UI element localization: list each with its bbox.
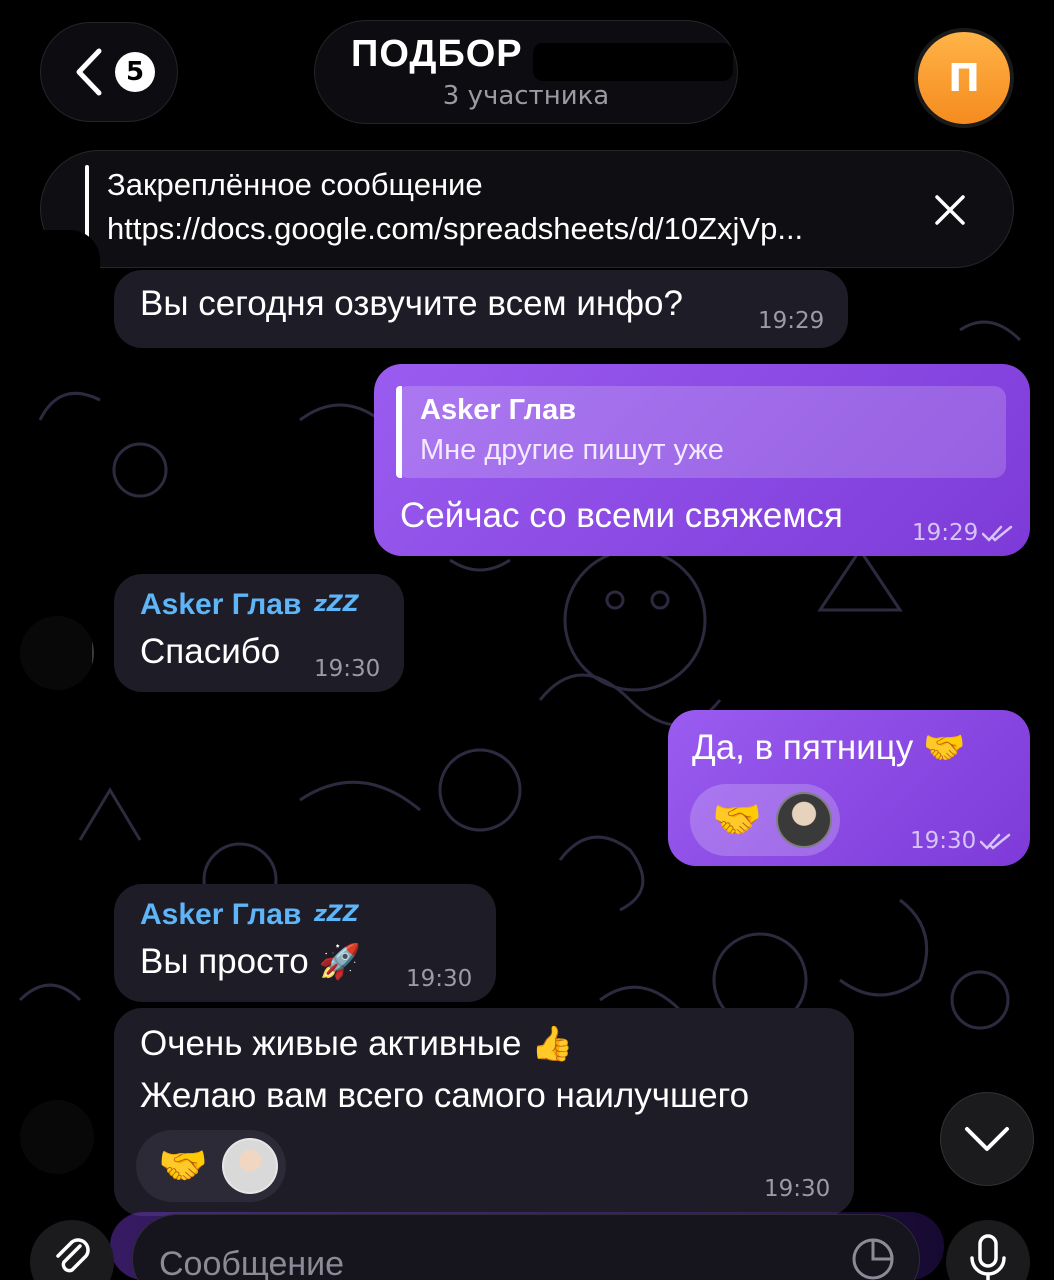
handshake-reaction-icon: 🤝 (158, 1143, 208, 1189)
double-check-icon (982, 525, 1013, 542)
reply-text: Мне другие пишут уже (420, 434, 724, 466)
redacted-title-part (533, 43, 733, 81)
chevron-down-icon (965, 1127, 1009, 1151)
message-text: Да, в пятницу 🤝 (692, 728, 965, 768)
chat-header[interactable]: ПОДБОР 3 участника (314, 20, 738, 124)
message-text: Сейчас со всеми свяжемся (400, 496, 843, 535)
group-avatar[interactable]: П (914, 28, 1014, 128)
member-count: 3 участника (442, 81, 610, 111)
reply-indicator (396, 386, 402, 478)
handshake-emoji: 🤝 (923, 729, 966, 767)
unread-count-badge: 5 (115, 52, 155, 92)
microphone-icon (970, 1234, 1006, 1280)
message-text: Вы просто 🚀 (140, 942, 361, 982)
redaction-scribble (0, 1080, 100, 1200)
message-bubble-incoming[interactable]: Очень живые активные 👍 Желаю вам всего с… (114, 1008, 854, 1216)
message-time: 19:30 (406, 966, 473, 992)
sleep-zzz-icon: zZZ (314, 592, 359, 617)
reactor-avatar (221, 1138, 278, 1194)
message-text: Вы сегодня озвучите всем инфо? (140, 284, 683, 323)
close-icon[interactable] (933, 193, 967, 227)
message-time: 19:29 (912, 520, 979, 546)
message-bubble-outgoing[interactable]: Да, в пятницу 🤝 🤝 19:30 (668, 710, 1030, 866)
paperclip-icon (56, 1238, 90, 1273)
double-check-icon (980, 833, 1011, 850)
redaction-scribble (0, 230, 100, 350)
voice-record-button[interactable] (946, 1220, 1030, 1280)
message-bubble-incoming[interactable]: Asker Глав zZZ Вы просто 🚀 19:30 (114, 884, 496, 1002)
pinned-link-text: https://docs.google.com/spreadsheets/d/1… (107, 211, 804, 246)
rocket-emoji: 🚀 (318, 943, 361, 981)
sleep-zzz-icon: zZZ (314, 902, 359, 927)
reply-sender: Asker Глав (420, 394, 577, 426)
sender-name[interactable]: Asker Глав (140, 898, 301, 932)
message-line-1: Очень живые активные (140, 1024, 522, 1063)
message-text: Очень живые активные 👍 (140, 1024, 574, 1064)
message-text-content: Да, в пятницу (692, 728, 914, 767)
chat-title: ПОДБОР (351, 33, 523, 75)
sticker-icon[interactable] (850, 1236, 896, 1280)
pinned-title: Закреплённое сообщение (107, 167, 483, 202)
message-time: 19:30 (910, 828, 977, 854)
reaction-chip[interactable]: 🤝 (136, 1130, 286, 1202)
message-input[interactable]: Сообщение (132, 1214, 920, 1280)
message-time: 19:29 (758, 308, 825, 334)
back-chevron-icon (76, 48, 102, 96)
message-line-2: Желаю вам всего самого наилучшего (140, 1076, 750, 1115)
scroll-to-bottom-button[interactable] (940, 1092, 1034, 1186)
message-input-bar: Сообщение (0, 1212, 1054, 1280)
thumbs-up-emoji: 👍 (531, 1025, 574, 1063)
message-text: Спасибо (140, 632, 281, 671)
pinned-message-bar[interactable]: Закреплённое сообщение https://docs.goog… (40, 150, 1014, 268)
message-text-content: Вы просто (140, 942, 309, 981)
message-time: 19:30 (314, 656, 381, 682)
attach-button[interactable] (30, 1220, 114, 1280)
message-bubble-incoming[interactable]: Вы сегодня озвучите всем инфо? 19:29 (114, 270, 848, 348)
handshake-reaction-icon: 🤝 (712, 797, 762, 843)
reply-quote[interactable]: Asker Глав Мне другие пишут уже (396, 386, 1006, 478)
sender-name[interactable]: Asker Глав (140, 588, 301, 622)
redaction-scribble (0, 590, 92, 700)
back-button[interactable]: 5 (40, 22, 178, 122)
reactor-avatar (775, 792, 832, 848)
message-bubble-outgoing[interactable]: Asker Глав Мне другие пишут уже Сейчас с… (374, 364, 1030, 556)
message-time: 19:30 (764, 1176, 831, 1202)
message-bubble-incoming[interactable]: Asker Глав zZZ Спасибо 19:30 (114, 574, 404, 692)
reaction-chip[interactable]: 🤝 (690, 784, 840, 856)
